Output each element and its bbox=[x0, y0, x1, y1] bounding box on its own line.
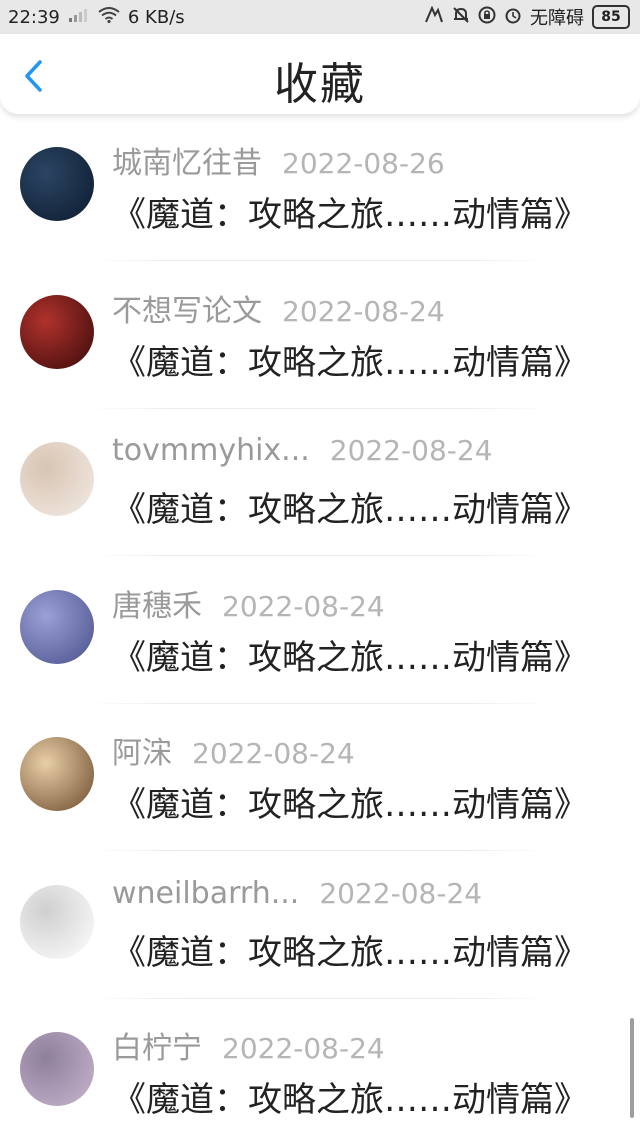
favorite-date: 2022-08-26 bbox=[282, 147, 445, 180]
favorite-date: 2022-08-24 bbox=[222, 589, 385, 623]
user-avatar[interactable] bbox=[20, 294, 94, 369]
user-avatar[interactable] bbox=[20, 884, 94, 959]
favorite-item[interactable]: tovmmyhix... 2022-08-24 《魔道：攻略之旅……动情篇》 bbox=[0, 409, 640, 556]
status-right: 无障碍 85 bbox=[424, 4, 630, 30]
favorite-item[interactable]: 唐穗禾 2022-08-24 《魔道：攻略之旅……动情篇》 bbox=[0, 557, 640, 704]
author-name[interactable]: 唐穗禾 bbox=[112, 581, 202, 625]
favorite-item[interactable]: wneilbarrh... 2022-08-24 《魔道：攻略之旅……动情篇》 bbox=[0, 852, 640, 999]
author-line: 唐穗禾 2022-08-24 bbox=[112, 581, 385, 625]
author-name[interactable]: 白柠宁 bbox=[112, 1023, 202, 1067]
favorite-date: 2022-08-24 bbox=[319, 876, 483, 910]
author-line: 阿浨 2022-08-24 bbox=[112, 728, 355, 772]
author-name[interactable]: 城南忆往昔 bbox=[112, 138, 262, 182]
favorite-item[interactable]: 阿浨 2022-08-24 《魔道：攻略之旅……动情篇》 bbox=[0, 704, 640, 851]
status-left: 22:39 6 KB/s bbox=[8, 7, 185, 28]
work-title[interactable]: 《魔道：攻略之旅……动情篇》 bbox=[112, 482, 588, 531]
page-title: 收藏 bbox=[274, 59, 366, 110]
work-title[interactable]: 《魔道：攻略之旅……动情篇》 bbox=[112, 925, 588, 974]
status-time: 22:39 bbox=[8, 6, 60, 28]
signal-icon bbox=[68, 7, 90, 27]
page-header: 收藏 bbox=[0, 34, 640, 114]
favorites-list[interactable]: 城南忆往昔 2022-08-26 《魔道：攻略之旅……动情篇》 不想写论文 2022-0… bbox=[0, 114, 640, 1138]
work-title[interactable]: 《魔道：攻略之旅……动情篇》 bbox=[112, 630, 588, 679]
author-line: tovmmyhix... 2022-08-24 bbox=[112, 433, 493, 468]
bell-icon bbox=[452, 6, 470, 28]
work-title[interactable]: 《魔道：攻略之旅……动情篇》 bbox=[112, 335, 588, 384]
favorite-item[interactable]: 不想写论文 2022-08-24 《魔道：攻略之旅……动情篇》 bbox=[0, 262, 640, 409]
user-avatar[interactable] bbox=[20, 737, 94, 811]
author-line: wneilbarrh... 2022-08-24 bbox=[112, 876, 482, 911]
battery-indicator: 85 bbox=[592, 5, 630, 29]
work-title[interactable]: 《魔道：攻略之旅……动情篇》 bbox=[112, 777, 588, 826]
author-line: 城南忆往昔 2022-08-26 bbox=[112, 138, 445, 182]
author-name[interactable]: 不想写论文 bbox=[112, 286, 262, 330]
user-avatar[interactable] bbox=[20, 442, 94, 516]
scrollbar[interactable] bbox=[630, 1018, 634, 1118]
author-line: 白柠宁 2022-08-24 bbox=[112, 1023, 385, 1067]
user-avatar[interactable] bbox=[20, 589, 94, 664]
favorite-date: 2022-08-24 bbox=[282, 294, 445, 328]
user-avatar[interactable] bbox=[20, 147, 94, 221]
link-icon bbox=[424, 5, 444, 28]
wifi-icon bbox=[98, 7, 120, 27]
network-speed: 6 KB/s bbox=[127, 6, 185, 28]
alarm-icon bbox=[504, 6, 522, 28]
user-avatar[interactable] bbox=[20, 1032, 94, 1106]
accessibility-label: 无障碍 bbox=[530, 8, 584, 29]
author-name[interactable]: wneilbarrh... bbox=[112, 876, 299, 911]
favorite-date: 2022-08-24 bbox=[329, 434, 493, 467]
lock-icon bbox=[478, 6, 496, 28]
favorite-date: 2022-08-24 bbox=[222, 1032, 385, 1065]
author-line: 不想写论文 2022-08-24 bbox=[112, 286, 445, 330]
favorite-item[interactable]: 白柠宁 2022-08-24 《魔道：攻略之旅……动情篇》 bbox=[0, 999, 640, 1138]
work-title[interactable]: 《魔道：攻略之旅……动情篇》 bbox=[112, 1072, 588, 1121]
status-bar: 22:39 6 KB/s 无障碍 85 bbox=[0, 0, 640, 34]
favorite-date: 2022-08-24 bbox=[192, 737, 355, 770]
work-title[interactable]: 《魔道：攻略之旅……动情篇》 bbox=[112, 187, 588, 236]
author-name[interactable]: tovmmyhix... bbox=[112, 433, 310, 468]
author-name[interactable]: 阿浨 bbox=[112, 728, 172, 772]
favorite-item[interactable]: 城南忆往昔 2022-08-26 《魔道：攻略之旅……动情篇》 bbox=[0, 114, 640, 261]
